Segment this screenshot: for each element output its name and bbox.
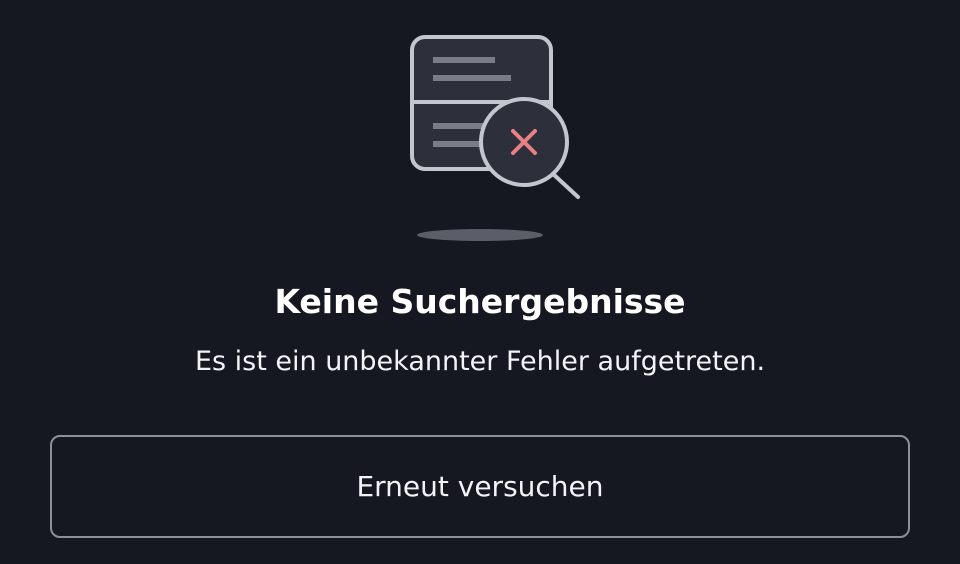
search-no-results-icon [400,30,590,250]
empty-state-title: Keine Suchergebnisse [274,282,686,321]
retry-button[interactable]: Erneut versuchen [50,435,910,538]
empty-state-message: Es ist ein unbekannter Fehler aufgetrete… [194,346,766,377]
retry-button-label: Erneut versuchen [356,470,604,503]
